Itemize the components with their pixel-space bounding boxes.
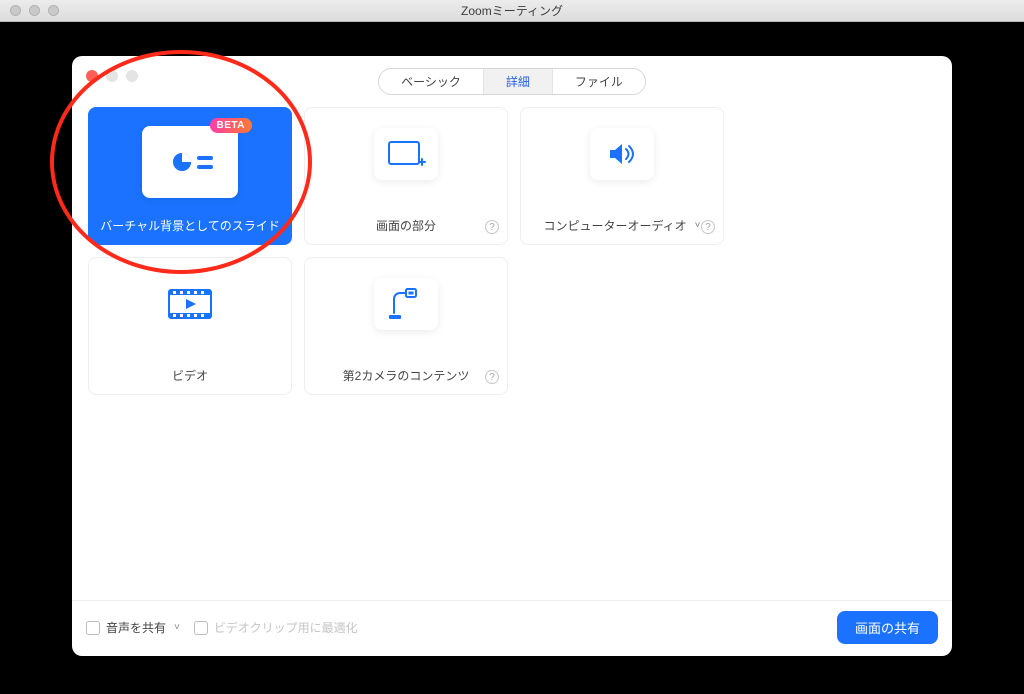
tab-files[interactable]: ファイル xyxy=(553,69,645,94)
card-label: バーチャル背景としてのスライド xyxy=(100,217,280,234)
tab-basic[interactable]: ベーシック xyxy=(379,69,483,94)
mac-titlebar: Zoomミーティング xyxy=(0,0,1024,22)
card-screen-portion[interactable]: 画面の部分 ? xyxy=(304,107,508,245)
video-icon-tile xyxy=(158,278,222,330)
card-computer-audio[interactable]: コンピューターオーディオ ˅ ? xyxy=(520,107,724,245)
mac-zoom-dot[interactable] xyxy=(48,5,59,16)
panel-min-dot xyxy=(106,70,118,82)
share-screen-button[interactable]: 画面の共有 xyxy=(837,611,938,644)
optimize-clip-box xyxy=(194,621,208,635)
window-title: Zoomミーティング xyxy=(0,2,1024,19)
speaker-icon xyxy=(602,138,642,170)
tab-advanced[interactable]: 詳細 xyxy=(484,69,552,94)
app-stage: ベーシック 詳細 ファイル xyxy=(0,22,1024,694)
content-area: BETA バーチャル背景としてのスライド 画面の部分 xyxy=(72,103,952,600)
panel-zoom-dot xyxy=(126,70,138,82)
share-audio-box[interactable] xyxy=(86,621,100,635)
mac-minimize-dot[interactable] xyxy=(29,5,40,16)
help-icon[interactable]: ? xyxy=(485,370,499,384)
document-camera-icon xyxy=(386,286,426,322)
card-label: ビデオ xyxy=(172,367,208,384)
share-audio-label: 音声を共有 xyxy=(106,619,166,636)
tabbar: ベーシック 詳細 ファイル xyxy=(72,56,952,103)
mac-traffic-lights xyxy=(10,5,59,16)
audio-icon-tile xyxy=(590,128,654,180)
card-label: 第2カメラのコンテンツ xyxy=(343,367,470,384)
segmented-control: ベーシック 詳細 ファイル xyxy=(378,68,646,95)
share-audio-checkbox[interactable]: 音声を共有 ˅ xyxy=(86,619,180,636)
panel-footer: 音声を共有 ˅ ビデオクリップ用に最適化 画面の共有 xyxy=(72,600,952,656)
card-video[interactable]: ビデオ xyxy=(88,257,292,395)
card-label: 画面の部分 xyxy=(376,217,436,234)
film-play-icon xyxy=(167,287,213,321)
camera2-icon-tile xyxy=(374,278,438,330)
card-grid: BETA バーチャル背景としてのスライド 画面の部分 xyxy=(88,107,936,395)
card-virtual-bg-slides[interactable]: BETA バーチャル背景としてのスライド xyxy=(88,107,292,245)
help-icon[interactable]: ? xyxy=(485,220,499,234)
mac-close-dot[interactable] xyxy=(10,5,21,16)
card-label: コンピューターオーディオ xyxy=(543,217,686,234)
beta-badge: BETA xyxy=(210,118,252,133)
presentation-icon xyxy=(157,139,223,185)
chevron-down-icon[interactable]: ˅ xyxy=(174,622,180,633)
optimize-clip-label: ビデオクリップ用に最適化 xyxy=(214,619,358,636)
help-icon[interactable]: ? xyxy=(701,220,715,234)
portion-icon-tile xyxy=(374,128,438,180)
panel-close-dot[interactable] xyxy=(86,70,98,82)
share-screen-panel: ベーシック 詳細 ファイル xyxy=(72,56,952,656)
panel-traffic-lights xyxy=(86,70,138,82)
card-second-camera[interactable]: 第2カメラのコンテンツ ? xyxy=(304,257,508,395)
rectangle-plus-icon xyxy=(386,138,426,170)
optimize-clip-checkbox: ビデオクリップ用に最適化 xyxy=(194,619,358,636)
slides-icon-tile: BETA xyxy=(142,126,238,198)
chevron-down-icon[interactable]: ˅ xyxy=(695,220,701,231)
